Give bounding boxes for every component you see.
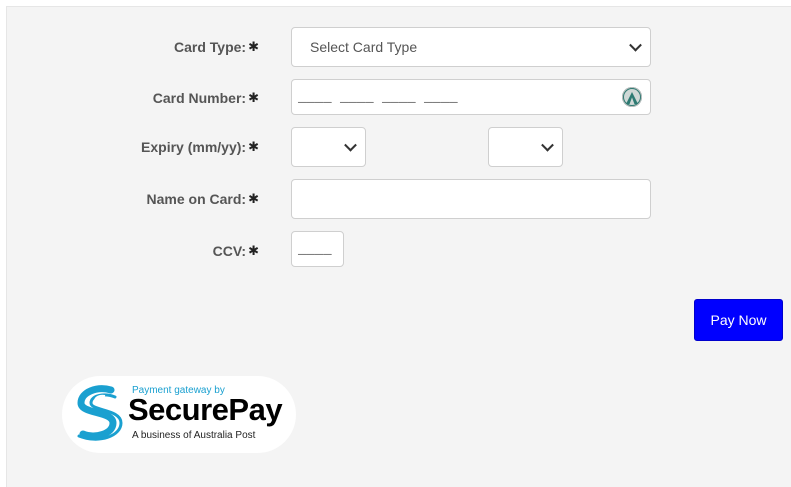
chevron-down-icon <box>541 138 554 152</box>
ccv-input[interactable]: ____ <box>291 231 344 267</box>
chevron-down-icon <box>344 138 357 152</box>
securepay-subtitle: A business of Australia Post <box>132 430 256 441</box>
name-on-card-input[interactable] <box>291 179 651 219</box>
securepay-badge: Payment gateway by SecurePay A business … <box>62 376 296 453</box>
expiry-year-select[interactable] <box>488 127 563 167</box>
required-marker: ✱ <box>248 243 259 258</box>
chevron-down-icon <box>629 38 642 52</box>
required-marker: ✱ <box>248 191 259 206</box>
name-on-card-label: Name on Card: ✱ <box>146 191 259 207</box>
required-marker: ✱ <box>248 90 259 105</box>
required-marker: ✱ <box>248 139 259 154</box>
card-number-input[interactable]: ____ ____ ____ ____ <box>291 79 651 115</box>
expiry-label: Expiry (mm/yy): ✱ <box>141 139 259 155</box>
ccv-value: ____ <box>298 241 332 258</box>
expiry-month-select[interactable] <box>291 127 366 167</box>
securepay-s-logo <box>77 385 123 441</box>
card-number-label: Card Number: ✱ <box>152 90 259 106</box>
card-type-label: Card Type: ✱ <box>174 39 259 55</box>
card-number-value: ____ ____ ____ ____ <box>298 89 458 106</box>
securepay-brand: SecurePay <box>128 392 283 427</box>
ccv-label: CCV: ✱ <box>212 243 259 259</box>
card-type-select[interactable]: Select Card Type <box>291 27 651 67</box>
pay-now-button[interactable]: Pay Now <box>694 299 783 341</box>
card-autofill-icon[interactable] <box>622 87 642 107</box>
card-type-selected-value: Select Card Type <box>310 39 418 55</box>
required-marker: ✱ <box>248 39 259 54</box>
